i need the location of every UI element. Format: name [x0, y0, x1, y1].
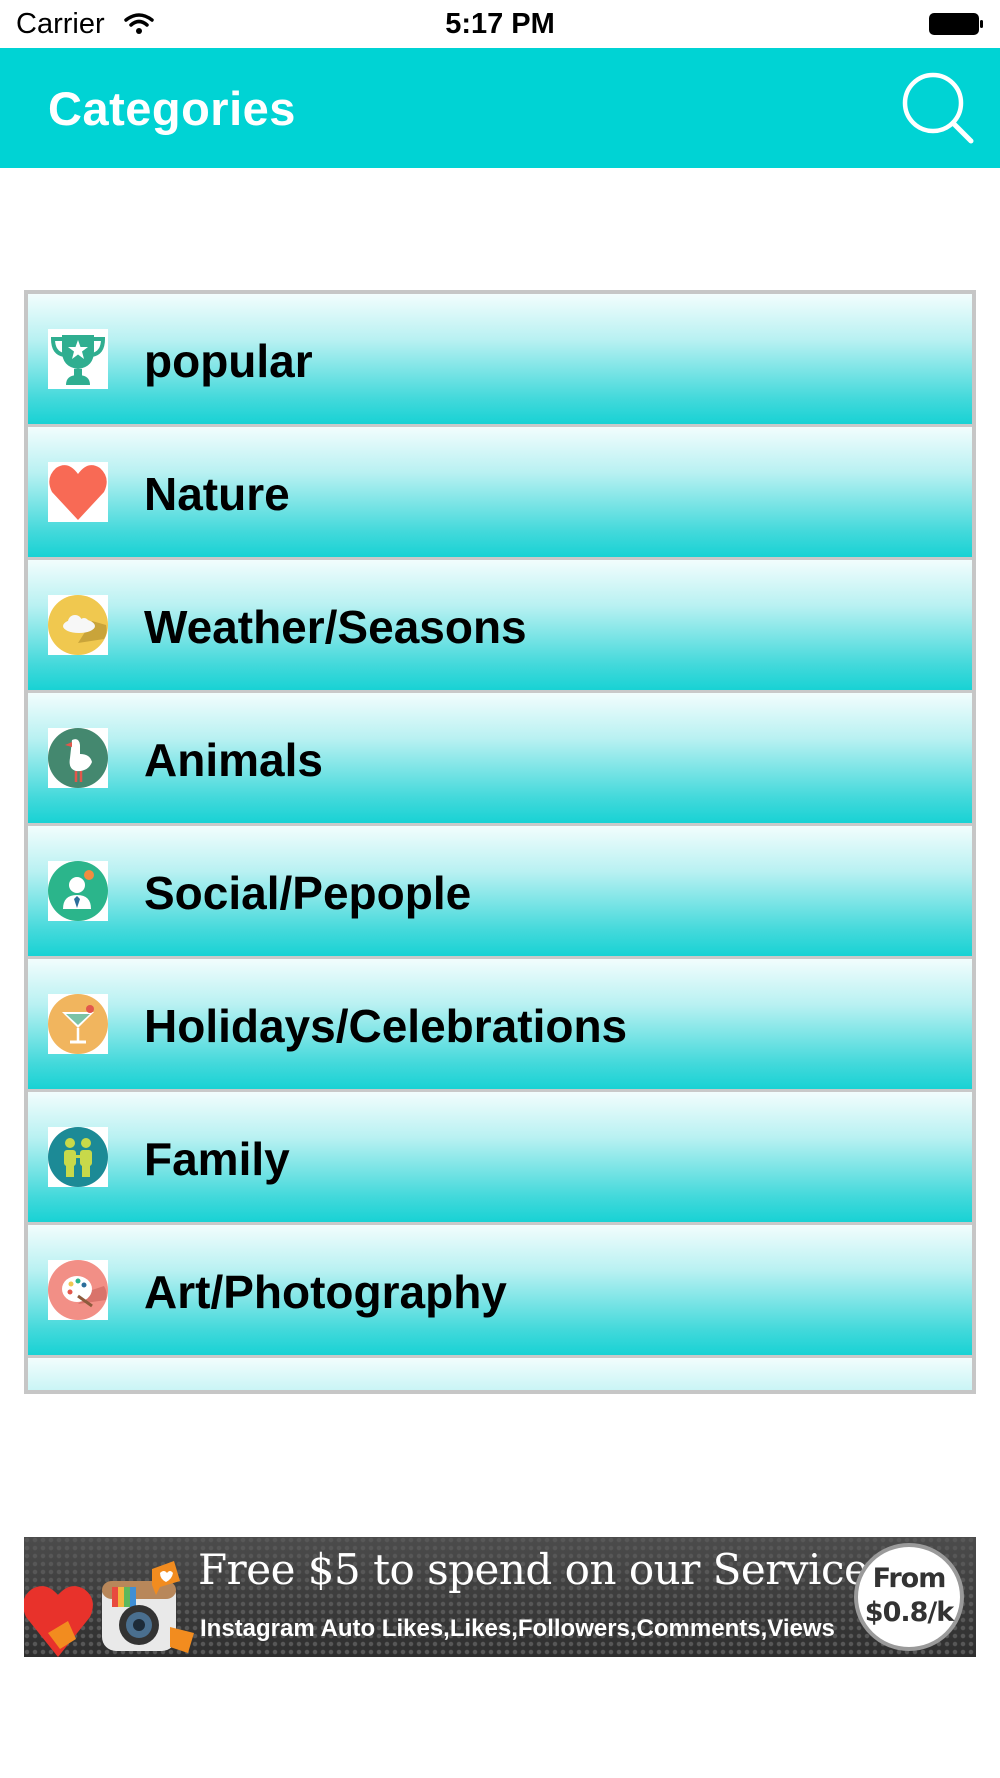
category-row-animals[interactable]: Animals — [28, 693, 972, 826]
clock: 5:17 PM — [445, 8, 555, 40]
category-label: Animals — [144, 734, 323, 786]
nav-bar: Categories — [0, 48, 1000, 168]
price-badge-price: $0.8/k — [864, 1597, 954, 1628]
category-row-holidays-celebrations[interactable]: Holidays/Celebrations — [28, 959, 972, 1092]
instagram-promo-art — [24, 1561, 194, 1657]
ad-headline: Free $5 to spend on our Services — [198, 1545, 890, 1594]
category-row-social-people[interactable]: Social/Pepople — [28, 826, 972, 959]
price-badge: From $0.8/k — [854, 1543, 964, 1651]
category-label: Holidays/Celebrations — [144, 1000, 628, 1052]
category-label: Nature — [144, 468, 290, 520]
status-bar: Carrier 5:17 PM — [0, 0, 1000, 48]
category-label: Social/Pepople — [144, 867, 472, 919]
category-label: Art/Photography — [144, 1266, 507, 1318]
category-row-family[interactable]: Family — [28, 1092, 972, 1225]
cloud-icon — [48, 595, 108, 655]
cocktail-icon — [48, 994, 108, 1054]
category-label: Family — [144, 1133, 290, 1185]
bird-icon — [48, 728, 108, 788]
category-row-weather-seasons[interactable]: Weather/Seasons — [28, 560, 972, 693]
family-icon — [48, 1127, 108, 1187]
ad-subline: Instagram Auto Likes,Likes,Followers,Com… — [200, 1615, 835, 1642]
category-label: Weather/Seasons — [144, 601, 527, 653]
category-row-partial[interactable] — [28, 1358, 972, 1390]
category-label: popular — [144, 335, 313, 387]
price-badge-from: From — [872, 1563, 947, 1594]
search-icon — [902, 72, 974, 144]
search-button[interactable] — [900, 70, 976, 146]
battery-icon — [929, 13, 983, 35]
category-row-art-photography[interactable]: Art/Photography — [28, 1225, 972, 1358]
ad-banner[interactable]: Free $5 to spend on our Services Instagr… — [24, 1537, 976, 1657]
heart-icon — [48, 462, 108, 522]
page-title: Categories — [48, 82, 296, 135]
category-list[interactable]: popular Nature Weather/Seasons Animals S… — [24, 290, 976, 1394]
category-row-nature[interactable]: Nature — [28, 427, 972, 560]
person-icon — [48, 861, 108, 921]
trophy-icon — [48, 329, 108, 389]
category-row-popular[interactable]: popular — [28, 294, 972, 427]
palette-icon — [48, 1260, 108, 1320]
